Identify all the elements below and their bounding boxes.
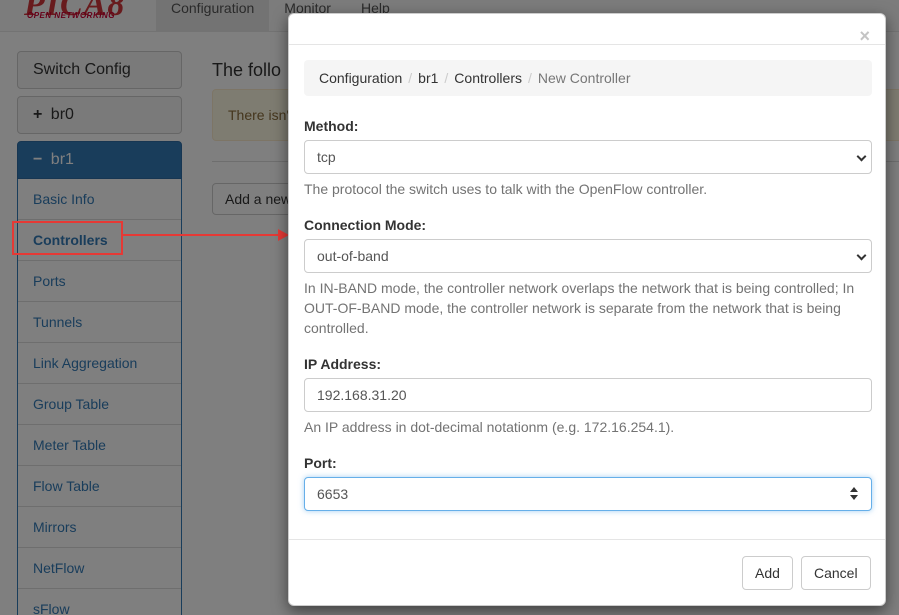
annotation-arrow-line (123, 234, 283, 236)
connection-mode-label: Connection Mode: (304, 217, 427, 233)
breadcrumb-br1[interactable]: br1 (418, 60, 438, 96)
ip-address-input[interactable]: 192.168.31.20 (304, 378, 872, 412)
breadcrumb-separator: / (408, 70, 413, 86)
breadcrumb-new-controller: New Controller (537, 70, 631, 86)
connection-mode-help-text: In IN-BAND mode, the controller network … (304, 280, 855, 336)
port-label: Port: (304, 455, 337, 471)
method-select[interactable]: tcp (304, 140, 872, 174)
breadcrumb-controllers[interactable]: Controllers (454, 60, 522, 96)
method-help-text: The protocol the switch uses to talk wit… (304, 181, 708, 197)
method-label: Method: (304, 118, 359, 134)
port-input[interactable]: 6653 (304, 477, 872, 511)
annotation-highlight-box (12, 221, 123, 255)
port-input-value: 6653 (317, 486, 349, 502)
breadcrumb-configuration[interactable]: Configuration (319, 60, 402, 96)
modal-header: × (289, 14, 885, 45)
number-stepper-icon[interactable] (849, 487, 859, 501)
close-icon[interactable]: × (859, 27, 870, 45)
stepper-down-icon[interactable] (850, 495, 858, 500)
stepper-up-icon[interactable] (850, 487, 858, 492)
connection-mode-select[interactable]: out-of-band (304, 239, 872, 273)
chevron-down-icon (856, 151, 867, 162)
ip-address-help-text: An IP address in dot-decimal notationm (… (304, 419, 675, 435)
connection-mode-select-value: out-of-band (317, 248, 389, 264)
breadcrumb-separator: / (444, 70, 449, 86)
breadcrumb-separator: / (528, 70, 532, 86)
new-controller-modal: × Configuration / br1 / Controllers / Ne… (288, 13, 886, 606)
breadcrumb: Configuration / br1 / Controllers / New … (304, 60, 872, 96)
ip-address-label: IP Address: (304, 356, 382, 372)
add-button[interactable]: Add (742, 556, 793, 590)
method-select-value: tcp (317, 149, 336, 165)
chevron-down-icon (856, 250, 867, 261)
modal-footer: Add Cancel (289, 539, 885, 605)
cancel-button[interactable]: Cancel (801, 556, 871, 590)
